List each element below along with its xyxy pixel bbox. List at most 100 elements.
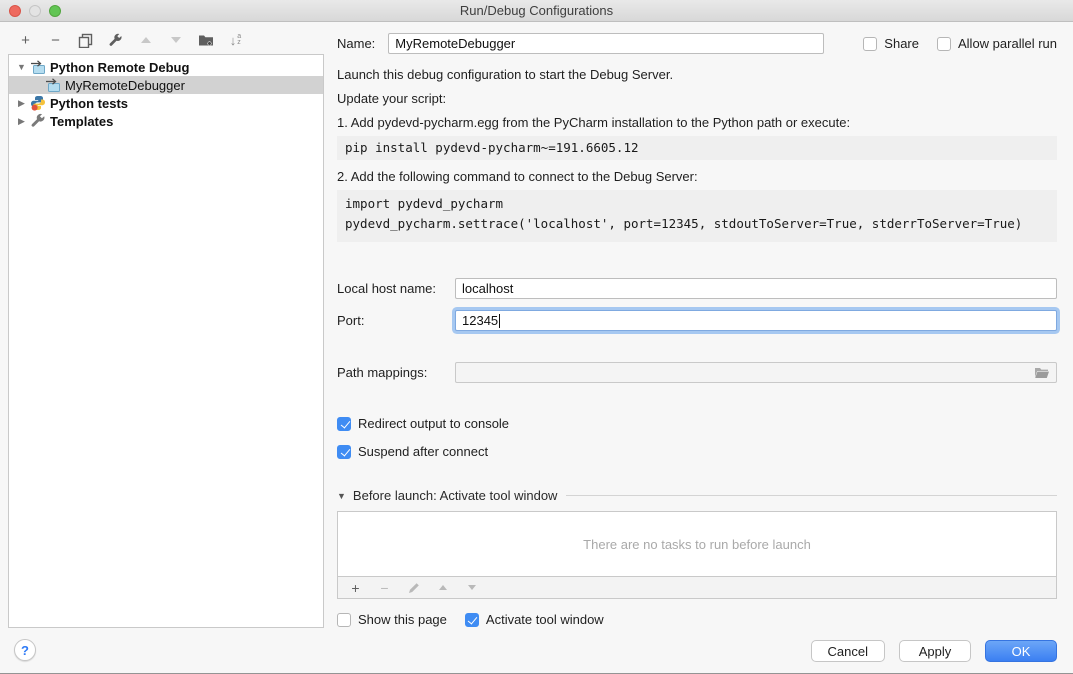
step2-text: 2. Add the following command to connect … — [337, 169, 1057, 184]
divider — [566, 495, 1057, 496]
tree-item-label: MyRemoteDebugger — [65, 78, 185, 93]
path-mappings-input — [455, 362, 1057, 383]
allow-parallel-run-label: Allow parallel run — [958, 36, 1057, 51]
cancel-button[interactable]: Cancel — [811, 640, 885, 662]
close-icon[interactable] — [9, 5, 21, 17]
configuration-form: Name: Share Allow parallel run Launch th… — [337, 30, 1057, 627]
code-line-1: import pydevd_pycharm — [345, 196, 503, 211]
local-host-row: Local host name: — [337, 278, 1057, 299]
move-up-icon — [141, 37, 151, 43]
move-down-icon — [468, 585, 476, 590]
copy-configuration-button[interactable] — [77, 32, 94, 49]
redirect-output-label: Redirect output to console — [358, 416, 509, 431]
activate-tool-window-checkbox[interactable]: Activate tool window — [465, 612, 604, 627]
tree-item-python-tests[interactable]: ▶ Python tests — [9, 94, 323, 112]
move-up-button[interactable] — [137, 32, 154, 49]
activate-tool-window-checkbox-box[interactable] — [465, 613, 479, 627]
minimize-icon — [29, 5, 41, 17]
chevron-down-icon[interactable]: ▼ — [16, 62, 27, 72]
dialog-buttons: Cancel Apply OK — [811, 640, 1057, 662]
text-caret — [499, 314, 500, 328]
move-task-up-button[interactable] — [434, 579, 451, 596]
suspend-after-connect-checkbox[interactable]: Suspend after connect — [337, 444, 1057, 459]
tasks-empty-text: There are no tasks to run before launch — [583, 537, 811, 552]
name-label: Name: — [337, 36, 375, 51]
local-host-input[interactable] — [455, 278, 1057, 299]
step1-text: 1. Add pydevd-pycharm.egg from the PyCha… — [337, 115, 1057, 130]
edit-pencil-icon — [407, 581, 421, 595]
chevron-right-icon[interactable]: ▶ — [16, 98, 27, 109]
allow-parallel-run-checkbox-box[interactable] — [937, 37, 951, 51]
before-launch-title: Before launch: Activate tool window — [353, 488, 558, 503]
description-text: Launch this debug configuration to start… — [337, 67, 1057, 82]
before-launch-header[interactable]: ▼ Before launch: Activate tool window — [337, 488, 1057, 503]
share-checkbox[interactable]: Share — [863, 36, 919, 51]
apply-button[interactable]: Apply — [899, 640, 971, 662]
show-this-page-checkbox[interactable]: Show this page — [337, 612, 447, 627]
tree-item-python-remote-debug[interactable]: ▼ Python Remote Debug — [9, 58, 323, 76]
suspend-after-connect-checkbox-box[interactable] — [337, 445, 351, 459]
local-host-label: Local host name: — [337, 281, 455, 296]
tree-toolbar: + − ↓ az — [17, 29, 244, 51]
pip-command-code: pip install pydevd-pycharm~=191.6605.12 — [337, 136, 1057, 160]
zoom-icon[interactable] — [49, 5, 61, 17]
tree-item-label: Python tests — [50, 96, 128, 111]
add-task-button[interactable]: + — [347, 579, 364, 596]
remove-task-button[interactable]: − — [376, 579, 393, 596]
window-title: Run/Debug Configurations — [0, 3, 1073, 18]
redirect-output-checkbox-box[interactable] — [337, 417, 351, 431]
remote-debug-icon — [30, 59, 46, 75]
sort-az-icon: ↓ az — [230, 34, 241, 47]
help-button[interactable]: ? — [14, 639, 36, 661]
chevron-right-icon[interactable]: ▶ — [16, 116, 27, 127]
run-debug-configurations-dialog: Run/Debug Configurations + − — [0, 0, 1073, 674]
sort-configurations-button[interactable]: ↓ az — [227, 32, 244, 49]
chevron-down-icon[interactable]: ▼ — [337, 491, 346, 501]
tasks-toolbar: + − — [337, 577, 1057, 599]
remove-icon: − — [51, 33, 60, 48]
show-this-page-checkbox-box[interactable] — [337, 613, 351, 627]
name-row: Name: Share Allow parallel run — [337, 33, 1057, 54]
configurations-tree: ▼ Python Remote Debug MyRemoteDebugger ▶ — [8, 54, 324, 628]
move-task-down-button[interactable] — [463, 579, 480, 596]
allow-parallel-run-checkbox[interactable]: Allow parallel run — [937, 36, 1057, 51]
share-checkbox-box[interactable] — [863, 37, 877, 51]
update-script-text: Update your script: — [337, 91, 1057, 106]
redirect-output-checkbox[interactable]: Redirect output to console — [337, 416, 1057, 431]
help-icon: ? — [21, 643, 29, 658]
ok-button[interactable]: OK — [985, 640, 1057, 662]
port-input[interactable]: 12345 — [455, 310, 1057, 331]
code-line-2: pydevd_pycharm.settrace('localhost', por… — [345, 216, 1022, 231]
move-up-icon — [439, 585, 447, 590]
remove-icon: − — [380, 581, 388, 595]
tree-item-label: Templates — [50, 114, 113, 129]
new-folder-button[interactable] — [197, 32, 214, 49]
move-down-icon — [171, 37, 181, 43]
name-input[interactable] — [388, 33, 824, 54]
titlebar: Run/Debug Configurations — [0, 0, 1073, 22]
new-folder-icon — [198, 32, 214, 48]
port-row: Port: 12345 — [337, 310, 1057, 331]
add-icon: + — [21, 33, 30, 48]
activate-tool-window-label: Activate tool window — [486, 612, 604, 627]
add-icon: + — [351, 581, 359, 595]
remove-configuration-button[interactable]: − — [47, 32, 64, 49]
copy-icon — [78, 33, 93, 48]
wrench-icon — [30, 113, 46, 129]
tree-item-myremotedebugger[interactable]: MyRemoteDebugger — [9, 76, 323, 94]
edit-task-button[interactable] — [405, 579, 422, 596]
suspend-after-connect-label: Suspend after connect — [358, 444, 488, 459]
port-label: Port: — [337, 313, 455, 328]
settrace-code-block: import pydevd_pycharm pydevd_pycharm.set… — [337, 190, 1057, 242]
move-down-button[interactable] — [167, 32, 184, 49]
port-value: 12345 — [462, 313, 498, 328]
path-mappings-row: Path mappings: — [337, 362, 1057, 383]
show-this-page-label: Show this page — [358, 612, 447, 627]
before-launch-task-list[interactable]: There are no tasks to run before launch — [337, 511, 1057, 577]
tree-item-label: Python Remote Debug — [50, 60, 189, 75]
edit-templates-button[interactable] — [107, 32, 124, 49]
path-mappings-label: Path mappings: — [337, 365, 455, 380]
add-configuration-button[interactable]: + — [17, 32, 34, 49]
wrench-icon — [108, 33, 123, 48]
tree-item-templates[interactable]: ▶ Templates — [9, 112, 323, 130]
